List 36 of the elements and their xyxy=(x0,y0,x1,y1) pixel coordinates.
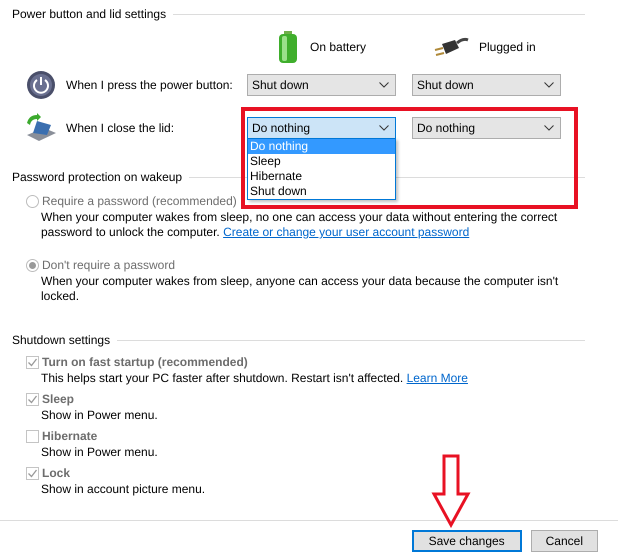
dropdown[interactable]: Do nothing xyxy=(412,116,561,138)
plug-icon xyxy=(433,36,469,58)
checkbox-label: Sleep xyxy=(41,392,74,406)
section-heading: Power button and lid settings xyxy=(12,7,166,21)
chevron-icon xyxy=(379,124,389,130)
description-text: Show in account picture menu. xyxy=(41,482,206,497)
description-text: This helps start your PC faster after shutdown. Restart isn't affected. Learn More xyxy=(41,371,469,386)
checkbox-label: Hibernate xyxy=(41,429,98,443)
description-text: Show in Power menu. xyxy=(41,445,159,460)
cancel-button[interactable]: Cancel xyxy=(530,530,598,552)
dropdown-option[interactable]: Sleep xyxy=(248,154,395,168)
description-text: When your computer wakes from sleep, no one can access your data without entering the correct password to unlock the computer. Create or change your user account password xyxy=(41,210,558,240)
chevron-icon xyxy=(379,82,389,88)
dropdown[interactable]: Shut down xyxy=(412,74,561,96)
save-button[interactable]: Save changes xyxy=(412,530,522,552)
section-heading: Shutdown settings xyxy=(12,333,110,347)
description-text: Show in Power menu. xyxy=(41,408,159,423)
setting-label: When I close the lid: xyxy=(66,120,176,134)
column-heading: On battery xyxy=(310,40,366,54)
section-heading: Password protection on wakeup xyxy=(12,170,182,184)
column-heading: Plugged in xyxy=(479,40,536,54)
description-text: When your computer wakes from sleep, anyone can access your data because the computer isn't locked. xyxy=(41,274,560,304)
laptop-icon xyxy=(25,112,57,142)
dropdown-option[interactable]: Shut down xyxy=(248,184,395,198)
chevron-icon xyxy=(544,124,554,130)
chevron-icon xyxy=(544,82,554,88)
checkbox-label: Turn on fast startup (recommended) xyxy=(41,355,248,369)
dropdown[interactable]: Do nothing xyxy=(247,116,396,138)
battery-icon xyxy=(278,31,298,63)
power-icon xyxy=(25,70,57,100)
radio-label: Don't require a password xyxy=(41,258,176,272)
dropdown[interactable]: Shut down xyxy=(247,74,396,96)
radio-label: Require a password (recommended) xyxy=(41,194,237,208)
dropdown-option[interactable]: Hibernate xyxy=(248,168,395,184)
checkbox-label: Lock xyxy=(41,466,70,480)
setting-label: When I press the power button: xyxy=(66,78,234,92)
